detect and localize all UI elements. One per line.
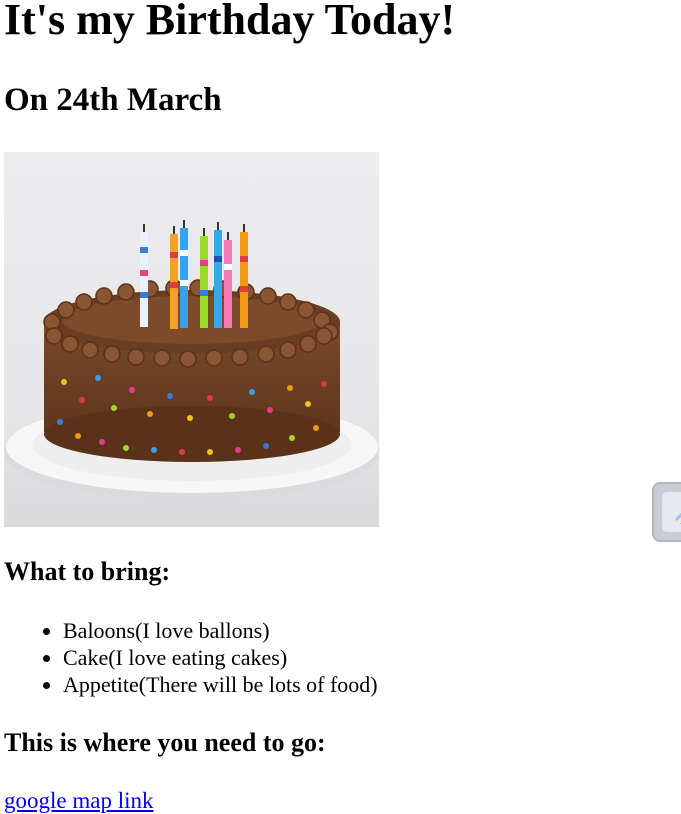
page-title: It's my Birthday Today! xyxy=(4,0,456,44)
list-item: Appetite(There will be lots of food) xyxy=(63,671,681,698)
date-heading: On 24th March xyxy=(4,82,222,118)
side-widget-tab[interactable] xyxy=(652,482,681,542)
page: It's my Birthday Today! On 24th March Wh… xyxy=(0,0,681,814)
google-map-link[interactable]: google map link xyxy=(4,788,153,814)
list-item: Cake(I love eating cakes) xyxy=(63,644,681,671)
location-heading: This is where you need to go: xyxy=(4,728,326,757)
birthday-cake-image xyxy=(4,152,379,527)
what-to-bring-heading: What to bring: xyxy=(4,557,171,586)
bring-list: Baloons(I love ballons) Cake(I love eati… xyxy=(4,617,681,698)
list-item: Baloons(I love ballons) xyxy=(63,617,681,644)
side-widget-icon xyxy=(662,492,681,532)
